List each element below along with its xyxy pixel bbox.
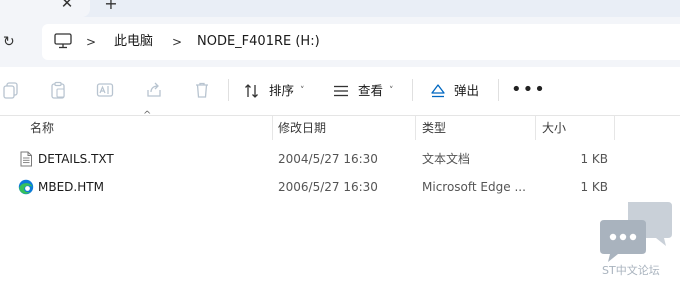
chevron-right-icon[interactable]: > (86, 24, 96, 60)
computer-icon (54, 33, 72, 49)
copy-icon[interactable] (2, 81, 20, 99)
view-button[interactable]: 查看 ˅ (333, 78, 403, 104)
column-divider[interactable] (272, 116, 273, 140)
active-tab[interactable]: ✕ (0, 0, 90, 17)
paste-icon[interactable] (49, 81, 67, 99)
file-row[interactable]: DETAILS.TXT 2004/5/27 16:30 文本文档 1 KB (0, 145, 680, 173)
eject-label: 弹出 (454, 83, 480, 98)
eject-icon (431, 84, 445, 98)
watermark-text: ST中文论坛 (602, 264, 660, 277)
edge-html-icon (18, 179, 34, 195)
file-type: Microsoft Edge ... (422, 180, 526, 194)
file-name: MBED.HTM (38, 180, 104, 194)
column-header-date[interactable]: 修改日期 (278, 116, 326, 140)
column-divider[interactable] (415, 116, 416, 140)
column-divider[interactable] (535, 116, 536, 140)
view-icon (334, 85, 348, 97)
file-name: DETAILS.TXT (38, 152, 114, 166)
sort-ascending-icon: ^ (143, 110, 152, 121)
new-tab-icon[interactable]: + (102, 0, 120, 13)
chevron-down-icon: ˅ (300, 86, 305, 96)
column-header-size[interactable]: 大小 (542, 116, 566, 140)
view-label: 查看 (358, 83, 384, 98)
share-icon[interactable] (145, 81, 163, 99)
sort-button[interactable]: 排序 ˅ (244, 78, 314, 104)
file-type: 文本文档 (422, 152, 471, 166)
close-tab-icon[interactable]: ✕ (58, 0, 76, 12)
sort-label: 排序 (269, 83, 295, 98)
column-header-type[interactable]: 类型 (422, 116, 446, 140)
toolbar-separator (498, 79, 499, 101)
text-file-icon (20, 151, 32, 167)
file-date: 2004/5/27 16:30 (278, 152, 378, 166)
file-size: 1 KB (580, 180, 608, 194)
address-bar: ↻ > 此电脑 > NODE_F401RE (H:) (0, 17, 680, 67)
eject-button[interactable]: 弹出 (430, 78, 486, 104)
refresh-icon[interactable]: ↻ (3, 30, 21, 54)
command-bar: 排序 ˅ 查看 ˅ 弹出 ••• (0, 67, 680, 116)
file-row[interactable]: MBED.HTM 2006/5/27 16:30 Microsoft Edge … (0, 173, 680, 201)
chevron-down-icon: ˅ (389, 86, 394, 96)
breadcrumb-item-drive[interactable]: NODE_F401RE (H:) (197, 24, 320, 60)
file-size: 1 KB (580, 152, 608, 166)
breadcrumb-item-this-pc[interactable]: 此电脑 (114, 24, 153, 60)
sort-icon (245, 84, 258, 98)
delete-icon[interactable] (193, 81, 211, 99)
more-options-icon[interactable]: ••• (511, 77, 546, 103)
rename-icon[interactable] (96, 81, 114, 99)
column-header-name[interactable]: 名称 (30, 116, 54, 140)
column-divider[interactable] (614, 116, 615, 140)
tab-bar: ✕ + (0, 0, 680, 17)
file-date: 2006/5/27 16:30 (278, 180, 378, 194)
breadcrumb[interactable]: > 此电脑 > NODE_F401RE (H:) (42, 24, 680, 60)
toolbar-separator (228, 79, 229, 101)
column-header-row: ^ 名称 修改日期 类型 大小 (0, 110, 680, 140)
chevron-right-icon[interactable]: > (172, 24, 182, 60)
toolbar-separator (412, 79, 413, 101)
